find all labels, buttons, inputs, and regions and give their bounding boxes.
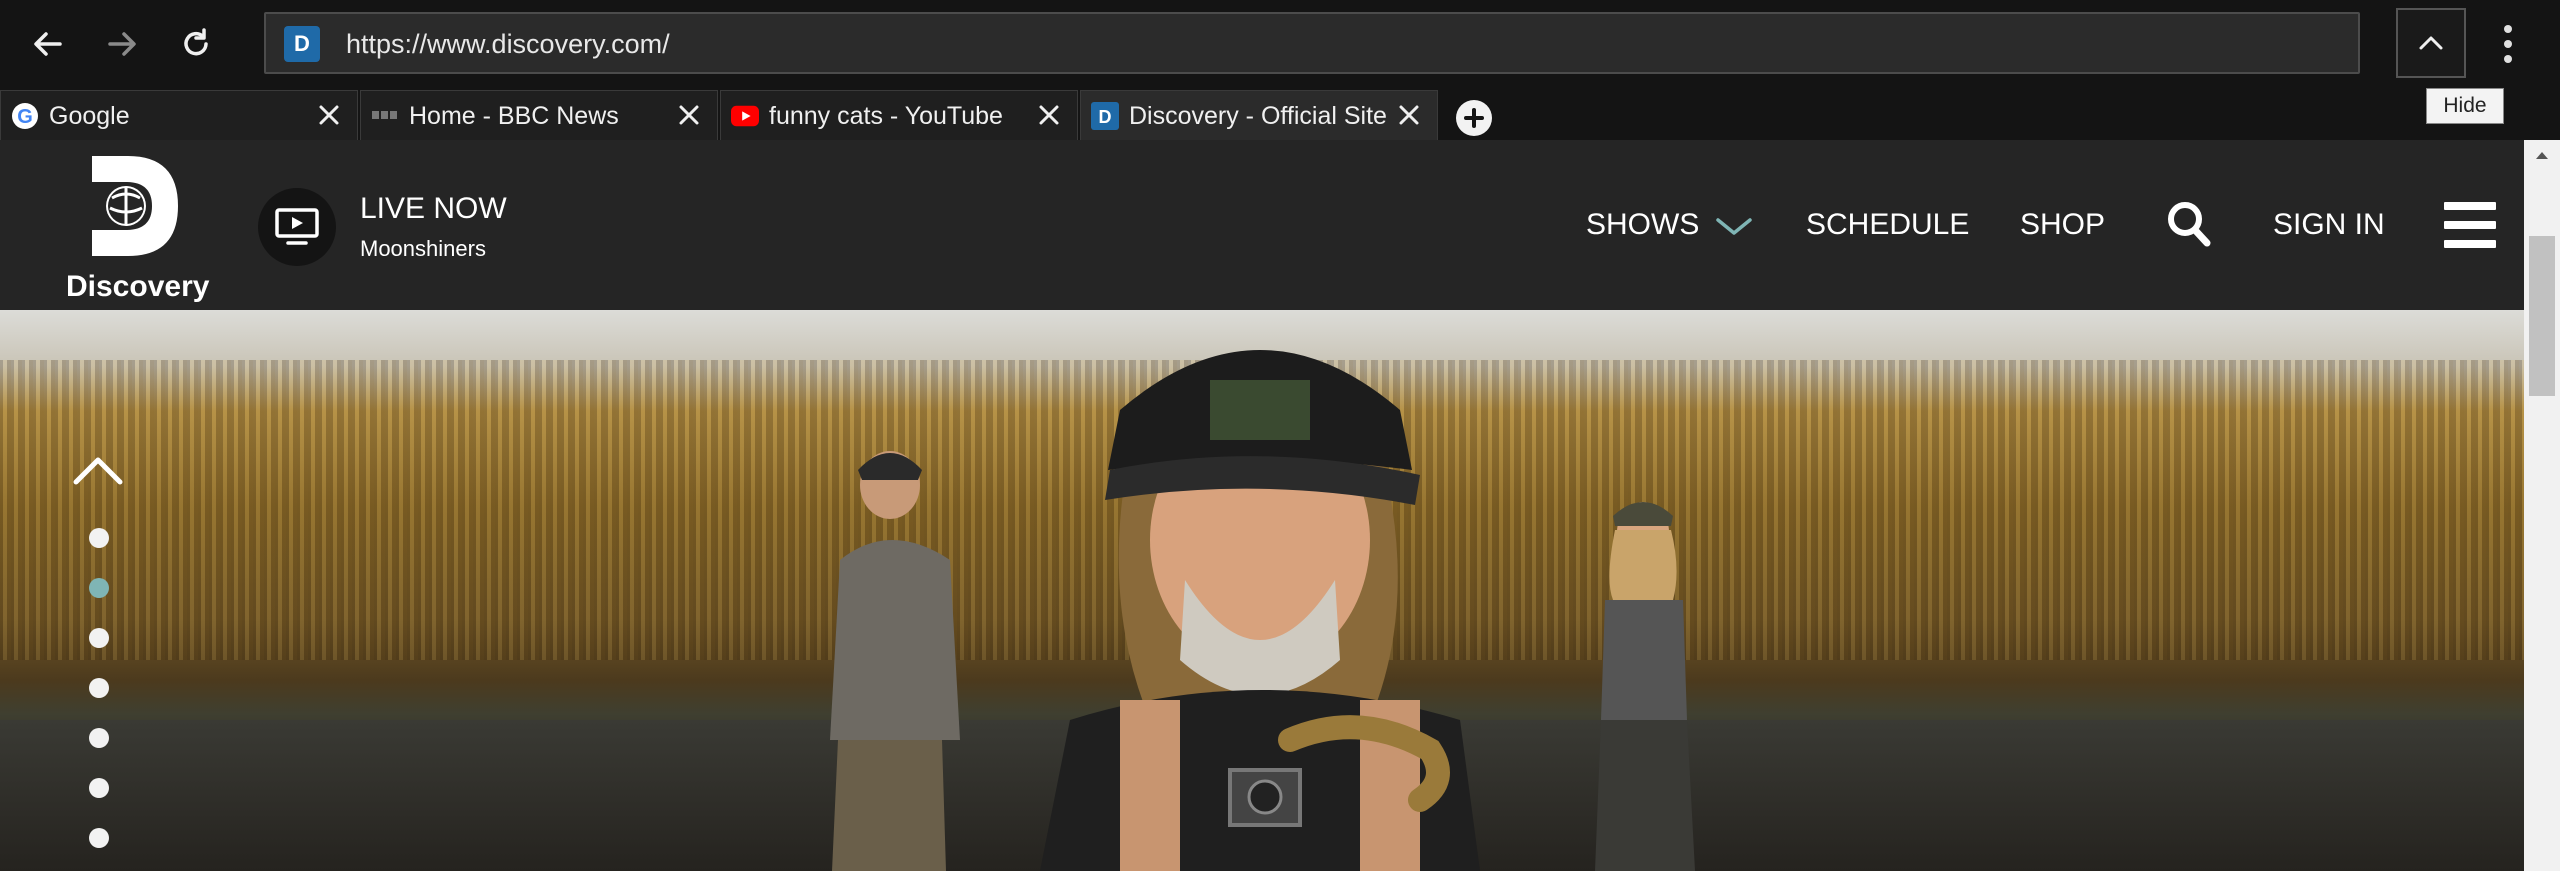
nav-schedule[interactable]: SCHEDULE (1806, 208, 1969, 242)
scroll-up-arrow-icon (2536, 152, 2548, 159)
page-scrollbar[interactable] (2524, 140, 2560, 871)
reload-icon (184, 28, 208, 56)
discovery-logo[interactable]: Discovery (52, 152, 212, 303)
tab-discovery[interactable]: D Discovery - Official Site (1080, 90, 1438, 140)
nav-shows-label: SHOWS (1586, 208, 1700, 241)
nav-shows[interactable]: SHOWS (1586, 208, 1754, 242)
tab-google[interactable]: G Google (0, 90, 358, 140)
chevron-up-icon (73, 457, 123, 485)
hide-tooltip: Hide (2426, 88, 2504, 124)
tab-title: Google (49, 102, 130, 130)
forward-button[interactable] (92, 14, 152, 74)
tab-title: Home - BBC News (409, 102, 619, 130)
reload-button[interactable] (166, 14, 226, 74)
close-tab-icon[interactable] (673, 99, 705, 131)
plus-icon (1464, 108, 1484, 128)
svg-text:D: D (1099, 107, 1112, 127)
carousel-dot[interactable] (89, 778, 109, 798)
chevron-down-icon (1715, 218, 1752, 235)
menu-dot-icon (2504, 40, 2512, 48)
menu-bar-icon (2444, 221, 2496, 229)
carousel-dot[interactable] (89, 628, 109, 648)
back-arrow-icon (34, 32, 62, 56)
browser-chrome: D https://www.discovery.com/ G Google Ho… (0, 0, 2560, 140)
discovery-d-globe-icon (92, 156, 178, 256)
scroll-up-button[interactable] (2524, 140, 2560, 170)
live-tv-icon (258, 188, 336, 266)
hero-banner[interactable] (0, 310, 2524, 871)
logo-wordmark: Discovery (66, 270, 210, 303)
tab-bbc-news[interactable]: Home - BBC News (360, 90, 718, 140)
menu-bar-icon (2444, 202, 2496, 210)
carousel-dot[interactable] (89, 728, 109, 748)
hamburger-menu-button[interactable] (2444, 202, 2496, 248)
chevron-up-icon (2419, 36, 2443, 50)
discovery-favicon-icon: D (284, 26, 320, 62)
person-right-image (1595, 502, 1695, 871)
carousel-dot[interactable] (89, 578, 109, 598)
tab-youtube[interactable]: funny cats - YouTube (720, 90, 1078, 140)
browser-menu-button[interactable] (2488, 14, 2528, 74)
site-header: Discovery LIVE NOW Moonshiners SHOWS SCH… (0, 140, 2524, 310)
bbc-icon (371, 102, 399, 130)
carousel-dot[interactable] (89, 678, 109, 698)
url-text[interactable]: https://www.discovery.com/ (346, 29, 670, 60)
search-icon (2168, 202, 2211, 247)
address-bar[interactable]: D https://www.discovery.com/ (264, 12, 2360, 74)
person-left-image (830, 451, 960, 871)
discovery-icon: D (1091, 102, 1119, 130)
tab-title: funny cats - YouTube (769, 102, 1003, 130)
back-button[interactable] (18, 14, 78, 74)
menu-dot-icon (2504, 55, 2512, 63)
hide-toolbar-button[interactable] (2396, 8, 2466, 78)
close-tab-icon[interactable] (1033, 99, 1065, 131)
menu-bar-icon (2444, 240, 2496, 248)
scrollbar-thumb[interactable] (2529, 236, 2555, 396)
new-tab-button[interactable] (1456, 100, 1492, 136)
search-button[interactable] (2166, 200, 2212, 256)
live-now-link[interactable]: LIVE NOW Moonshiners (258, 182, 658, 272)
carousel-dot[interactable] (89, 828, 109, 848)
menu-dot-icon (2504, 25, 2512, 33)
nav-sign-in[interactable]: SIGN IN (2273, 208, 2385, 242)
live-now-show: Moonshiners (360, 236, 486, 261)
close-tab-icon[interactable] (1393, 99, 1425, 131)
host-man-image (1040, 350, 1480, 871)
svg-text:G: G (17, 106, 33, 128)
youtube-icon (731, 102, 759, 130)
live-now-title: LIVE NOW (360, 192, 507, 225)
close-tab-icon[interactable] (313, 99, 345, 131)
carousel-dot[interactable] (89, 528, 109, 548)
page-viewport: Discovery LIVE NOW Moonshiners SHOWS SCH… (0, 140, 2524, 871)
google-icon: G (11, 102, 39, 130)
forward-arrow-icon (108, 32, 136, 56)
nav-shop[interactable]: SHOP (2020, 208, 2105, 242)
tab-title: Discovery - Official Site (1129, 102, 1387, 130)
carousel-prev-button[interactable] (70, 452, 126, 492)
